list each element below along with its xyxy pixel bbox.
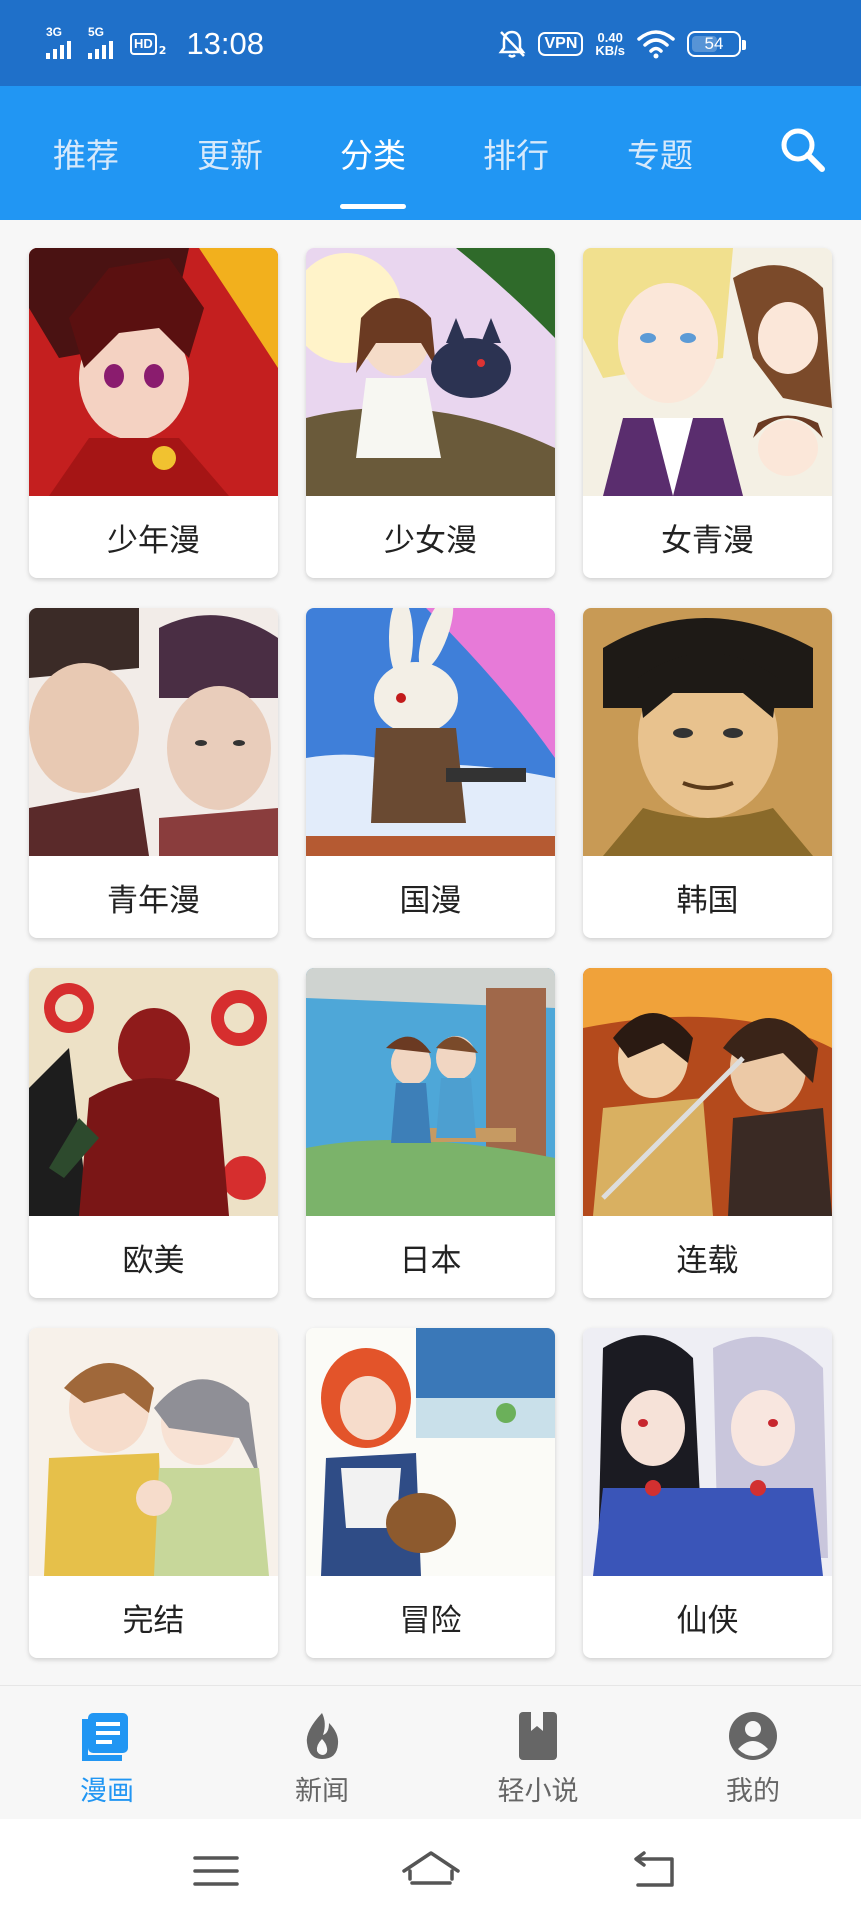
red-haired-boy-art <box>29 248 278 496</box>
category-card[interactable]: 国漫 <box>306 608 555 938</box>
armed-rabbit-art <box>306 608 555 856</box>
category-card[interactable]: 完结 <box>29 1328 278 1658</box>
category-card[interactable]: 日本 <box>306 968 555 1298</box>
book-icon <box>519 1712 557 1760</box>
nav-item-news[interactable]: 新闻 <box>242 1686 402 1820</box>
category-label: 女青漫 <box>661 522 754 559</box>
tab-label: 专题 <box>627 136 693 175</box>
category-card[interactable]: 少年漫 <box>29 248 278 578</box>
signal-3g-label: 3G <box>46 25 63 39</box>
category-label: 少女漫 <box>384 522 477 559</box>
status-right: VPN 0.40 KB/s 54 <box>498 26 746 62</box>
menu-icon[interactable] <box>181 1841 251 1901</box>
category-label: 仙侠 <box>676 1602 739 1639</box>
category-grid: 少年漫 少女漫 女青漫 青年漫 国漫 韩国 欧美 日本 连载 完结 冒险 仙侠 <box>0 220 861 1685</box>
orange-haired-girl-basket-art <box>306 1328 555 1576</box>
vpn-icon: VPN <box>538 32 584 56</box>
comic-book-icon <box>82 1713 128 1761</box>
home-icon[interactable] <box>396 1841 466 1901</box>
top-tab-bar: 推荐 更新 分类 排行 专题 <box>0 86 861 220</box>
nav-item-light-novel[interactable]: 轻小说 <box>458 1686 618 1820</box>
two-men-portrait-art <box>29 608 278 856</box>
signal-5g-icon: 5G <box>88 25 122 59</box>
battery-level: 54 <box>704 34 724 53</box>
account-icon <box>729 1712 777 1760</box>
signal-5g-label: 5G <box>88 25 105 39</box>
hd-voice-icon: HD <box>130 33 157 55</box>
tab-label: 推荐 <box>53 136 119 175</box>
active-tab-indicator <box>340 204 406 209</box>
system-navigation-bar <box>0 1819 861 1920</box>
network-speed: 0.40 KB/s <box>595 31 625 57</box>
two-swordsmen-art <box>583 968 832 1216</box>
tab-label: 更新 <box>197 136 263 175</box>
category-card[interactable]: 仙侠 <box>583 1328 832 1658</box>
bottom-navigation: 漫画 新闻 轻小说 我的 <box>0 1685 861 1819</box>
category-label: 冒险 <box>399 1602 462 1639</box>
category-card[interactable]: 韩国 <box>583 608 832 938</box>
blonde-prince-and-girl-art <box>583 248 832 496</box>
nav-label: 我的 <box>726 1776 780 1807</box>
speed-unit: KB/s <box>595 43 625 58</box>
back-icon[interactable] <box>620 1841 690 1901</box>
tab-topics[interactable]: 专题 <box>600 86 720 220</box>
category-label: 韩国 <box>676 882 739 919</box>
signal-3g-icon: 3G <box>46 25 80 59</box>
girl-with-cat-art <box>306 248 555 496</box>
battery-icon: 54 <box>687 31 746 57</box>
tab-recommend[interactable]: 推荐 <box>26 86 146 220</box>
flame-icon <box>306 1713 339 1759</box>
category-card[interactable]: 少女漫 <box>306 248 555 578</box>
tab-label: 分类 <box>340 136 406 175</box>
category-label: 欧美 <box>122 1242 185 1279</box>
category-card[interactable]: 欧美 <box>29 968 278 1298</box>
category-label: 少年漫 <box>107 522 200 559</box>
category-card[interactable]: 女青漫 <box>583 248 832 578</box>
category-card[interactable]: 青年漫 <box>29 608 278 938</box>
category-card[interactable]: 冒险 <box>306 1328 555 1658</box>
tab-label: 排行 <box>483 136 549 175</box>
two-girls-bench-art <box>306 968 555 1216</box>
category-label: 连载 <box>676 1242 739 1279</box>
tab-updates[interactable]: 更新 <box>170 86 290 220</box>
nav-label: 漫画 <box>80 1776 134 1807</box>
nav-label: 新闻 <box>295 1776 349 1807</box>
search-icon[interactable] <box>775 122 831 178</box>
red-hooded-figure-targets-art <box>29 968 278 1216</box>
category-label: 青年漫 <box>107 882 200 919</box>
two-cultivator-girls-art <box>583 1328 832 1576</box>
nav-item-comics[interactable]: 漫画 <box>27 1686 187 1820</box>
couple-holding-hands-art <box>29 1328 278 1576</box>
tab-ranking[interactable]: 排行 <box>456 86 576 220</box>
clock: 13:08 <box>186 26 265 61</box>
status-left: 3G 5G HD 2 13:08 <box>46 24 264 64</box>
category-label: 日本 <box>399 1242 462 1279</box>
nav-label: 轻小说 <box>497 1776 579 1807</box>
tab-categories[interactable]: 分类 <box>313 86 433 220</box>
mute-bell-icon <box>498 30 526 58</box>
status-bar: 3G 5G HD 2 13:08 VPN 0.40 KB/s 54 <box>0 0 861 86</box>
category-label: 完结 <box>122 1602 185 1639</box>
hd-sub-label: 2 <box>158 43 167 57</box>
nav-item-profile[interactable]: 我的 <box>673 1686 833 1820</box>
category-card[interactable]: 连载 <box>583 968 832 1298</box>
warrior-man-portrait-art <box>583 608 832 856</box>
wifi-icon <box>637 30 675 59</box>
category-label: 国漫 <box>399 882 462 919</box>
